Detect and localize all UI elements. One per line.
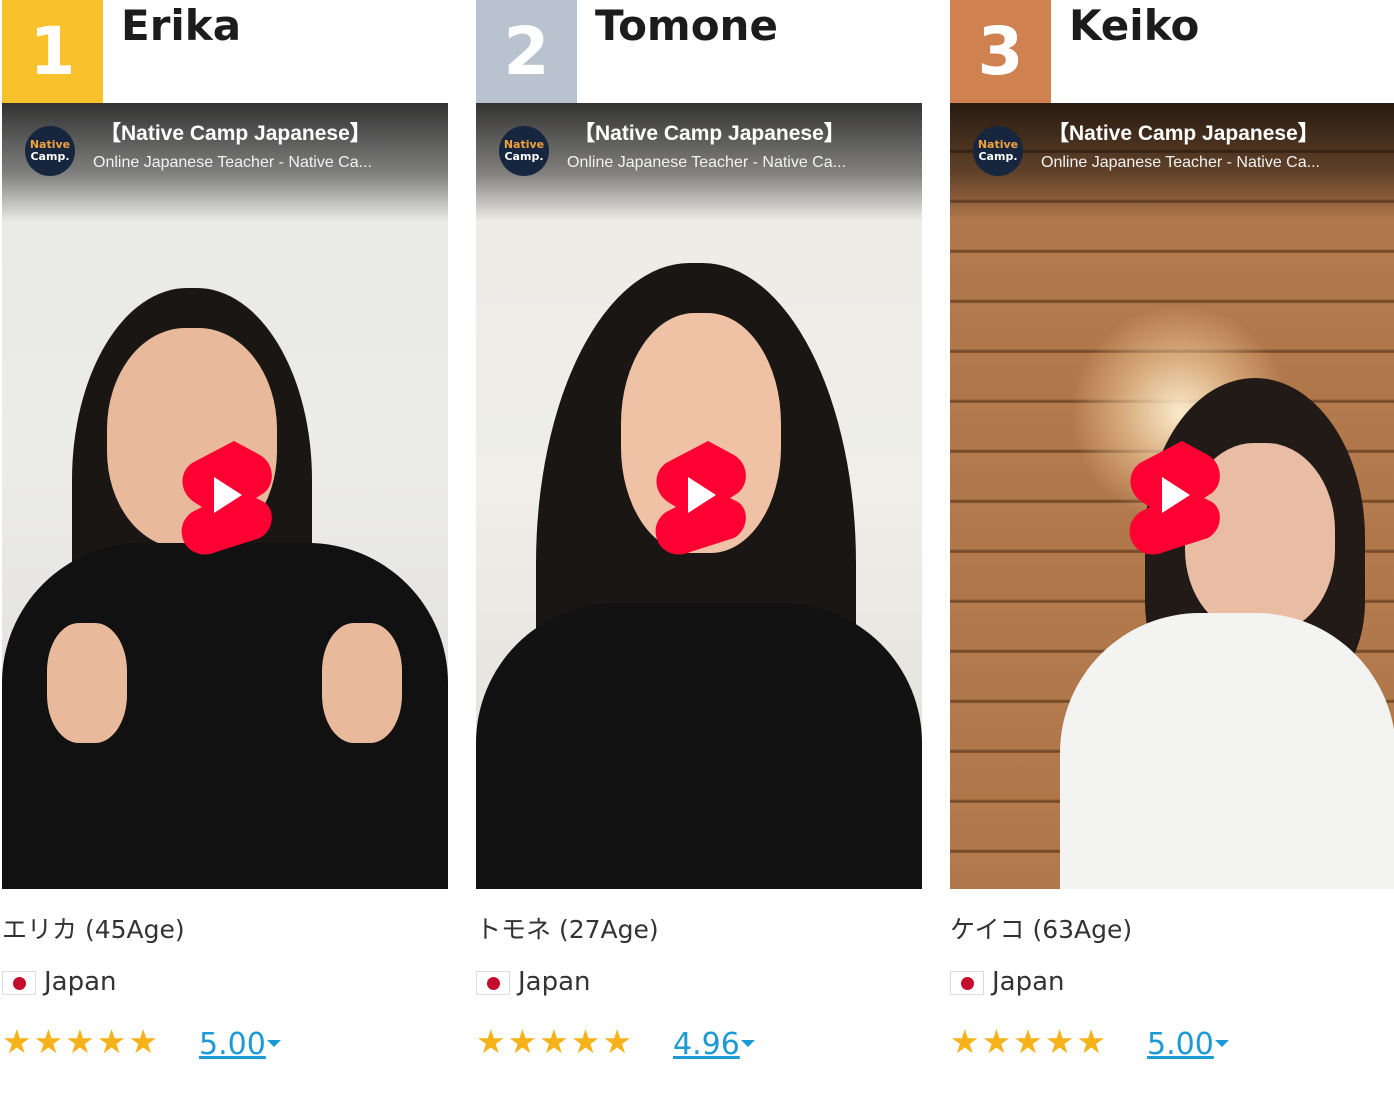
youtube-shorts-play-icon[interactable] <box>1124 435 1222 555</box>
teacher-name: Tomone <box>595 1 778 50</box>
country-name: Japan <box>44 967 117 997</box>
youtube-shorts-play-icon[interactable] <box>176 435 274 555</box>
video-channel-name: Online Japanese Teacher - Native Ca... <box>93 154 372 171</box>
chevron-down-icon[interactable] <box>267 1040 281 1047</box>
teacher-name: Erika <box>121 1 242 50</box>
teacher-name: Keiko <box>1069 1 1200 50</box>
teacher-card-tomone: 2 Tomone Native Camp. 【Native Camp Japan… <box>476 0 922 1100</box>
star-rating-icon: ★★★★★ <box>476 1022 634 1061</box>
rank-badge: 2 <box>476 0 577 103</box>
video-thumbnail[interactable]: Native Camp. 【Native Camp Japanese】 Onli… <box>950 103 1394 889</box>
native-camp-logo[interactable]: Native Camp. <box>25 126 75 176</box>
rank-badge: 3 <box>950 0 1051 103</box>
video-title[interactable]: 【Native Camp Japanese】 <box>1048 119 1388 149</box>
teacher-kana-age: エリカ (45Age) <box>2 915 185 944</box>
country-name: Japan <box>992 967 1065 997</box>
chevron-down-icon[interactable] <box>741 1040 755 1047</box>
teacher-card-keiko: 3 Keiko Native Camp. 【Native Camp Japane… <box>950 0 1394 1100</box>
rating-row: ★★★★★ 5.00 <box>2 1022 302 1066</box>
japan-flag-icon <box>476 971 510 995</box>
rating-row: ★★★★★ 4.96 <box>476 1022 776 1066</box>
native-camp-logo[interactable]: Native Camp. <box>499 126 549 176</box>
teacher-kana-age: ケイコ (63Age) <box>950 915 1133 944</box>
rating-link[interactable]: 4.96 <box>673 1025 740 1065</box>
rating-link[interactable]: 5.00 <box>1147 1025 1214 1065</box>
video-title[interactable]: 【Native Camp Japanese】 <box>100 119 440 149</box>
youtube-shorts-play-icon[interactable] <box>650 435 748 555</box>
chevron-down-icon[interactable] <box>1215 1040 1229 1047</box>
video-channel-name: Online Japanese Teacher - Native Ca... <box>567 154 846 171</box>
video-channel-name: Online Japanese Teacher - Native Ca... <box>1041 154 1320 171</box>
star-rating-icon: ★★★★★ <box>2 1022 160 1061</box>
rating-link[interactable]: 5.00 <box>199 1025 266 1065</box>
rating-row: ★★★★★ 5.00 <box>950 1022 1250 1066</box>
rank-badge: 1 <box>2 0 103 103</box>
japan-flag-icon <box>950 971 984 995</box>
star-rating-icon: ★★★★★ <box>950 1022 1108 1061</box>
native-camp-logo[interactable]: Native Camp. <box>973 126 1023 176</box>
japan-flag-icon <box>2 971 36 995</box>
teacher-card-erika: 1 Erika Native Camp. 【Native Camp Japane… <box>2 0 448 1100</box>
teacher-kana-age: トモネ (27Age) <box>476 915 659 944</box>
country-name: Japan <box>518 967 591 997</box>
video-thumbnail[interactable]: Native Camp. 【Native Camp Japanese】 Onli… <box>2 103 448 889</box>
video-thumbnail[interactable]: Native Camp. 【Native Camp Japanese】 Onli… <box>476 103 922 889</box>
video-title[interactable]: 【Native Camp Japanese】 <box>574 119 914 149</box>
